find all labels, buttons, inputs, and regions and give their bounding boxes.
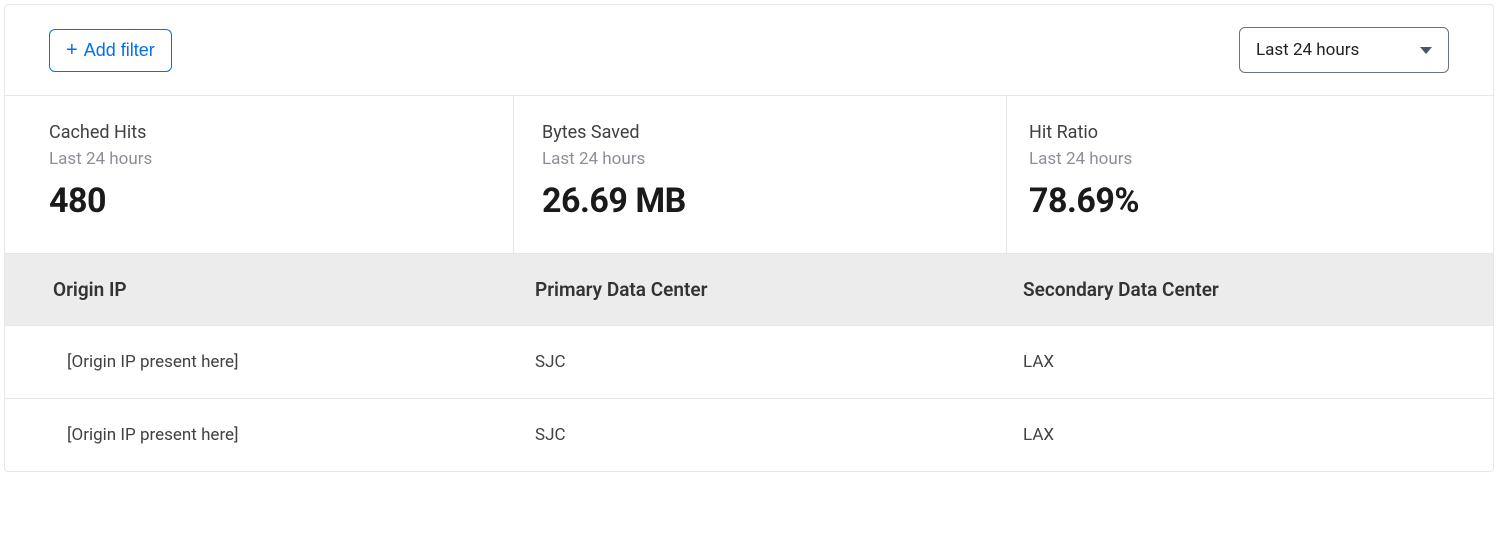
table-header-row: Origin IP Primary Data Center Secondary … [5, 253, 1493, 326]
stat-title: Cached Hits [49, 122, 469, 143]
cell-origin-ip: [Origin IP present here] [5, 352, 535, 372]
plus-icon: + [66, 40, 78, 60]
stat-card-cached-hits: Cached Hits Last 24 hours 480 [5, 96, 514, 253]
cell-primary-dc: SJC [535, 352, 1023, 372]
stat-card-bytes-saved: Bytes Saved Last 24 hours 26.69 MB [514, 96, 1007, 253]
stat-title: Hit Ratio [1029, 122, 1449, 143]
analytics-panel: + Add filter Last 24 hours Cached Hits L… [4, 4, 1494, 472]
stat-value: 480 [49, 181, 469, 221]
cell-origin-ip: [Origin IP present here] [5, 425, 535, 445]
topbar: + Add filter Last 24 hours [5, 5, 1493, 96]
cell-secondary-dc: LAX [1023, 425, 1493, 445]
stat-subtitle: Last 24 hours [542, 149, 962, 169]
stat-card-hit-ratio: Hit Ratio Last 24 hours 78.69% [1007, 96, 1493, 253]
add-filter-button[interactable]: + Add filter [49, 29, 172, 72]
table-row: [Origin IP present here] SJC LAX [5, 326, 1493, 399]
stats-row: Cached Hits Last 24 hours 480 Bytes Save… [5, 96, 1493, 253]
cell-primary-dc: SJC [535, 425, 1023, 445]
cell-secondary-dc: LAX [1023, 352, 1493, 372]
column-header-secondary-dc: Secondary Data Center [1023, 278, 1493, 301]
time-range-select[interactable]: Last 24 hours [1239, 27, 1449, 73]
stat-value: 78.69% [1029, 181, 1449, 221]
stat-subtitle: Last 24 hours [49, 149, 469, 169]
stat-title: Bytes Saved [542, 122, 962, 143]
table-row: [Origin IP present here] SJC LAX [5, 399, 1493, 471]
caret-down-icon [1420, 47, 1432, 54]
add-filter-label: Add filter [84, 40, 155, 61]
time-range-label: Last 24 hours [1256, 40, 1359, 60]
stat-value: 26.69 MB [542, 181, 962, 221]
stat-subtitle: Last 24 hours [1029, 149, 1449, 169]
column-header-origin-ip: Origin IP [5, 278, 535, 301]
column-header-primary-dc: Primary Data Center [535, 278, 1023, 301]
